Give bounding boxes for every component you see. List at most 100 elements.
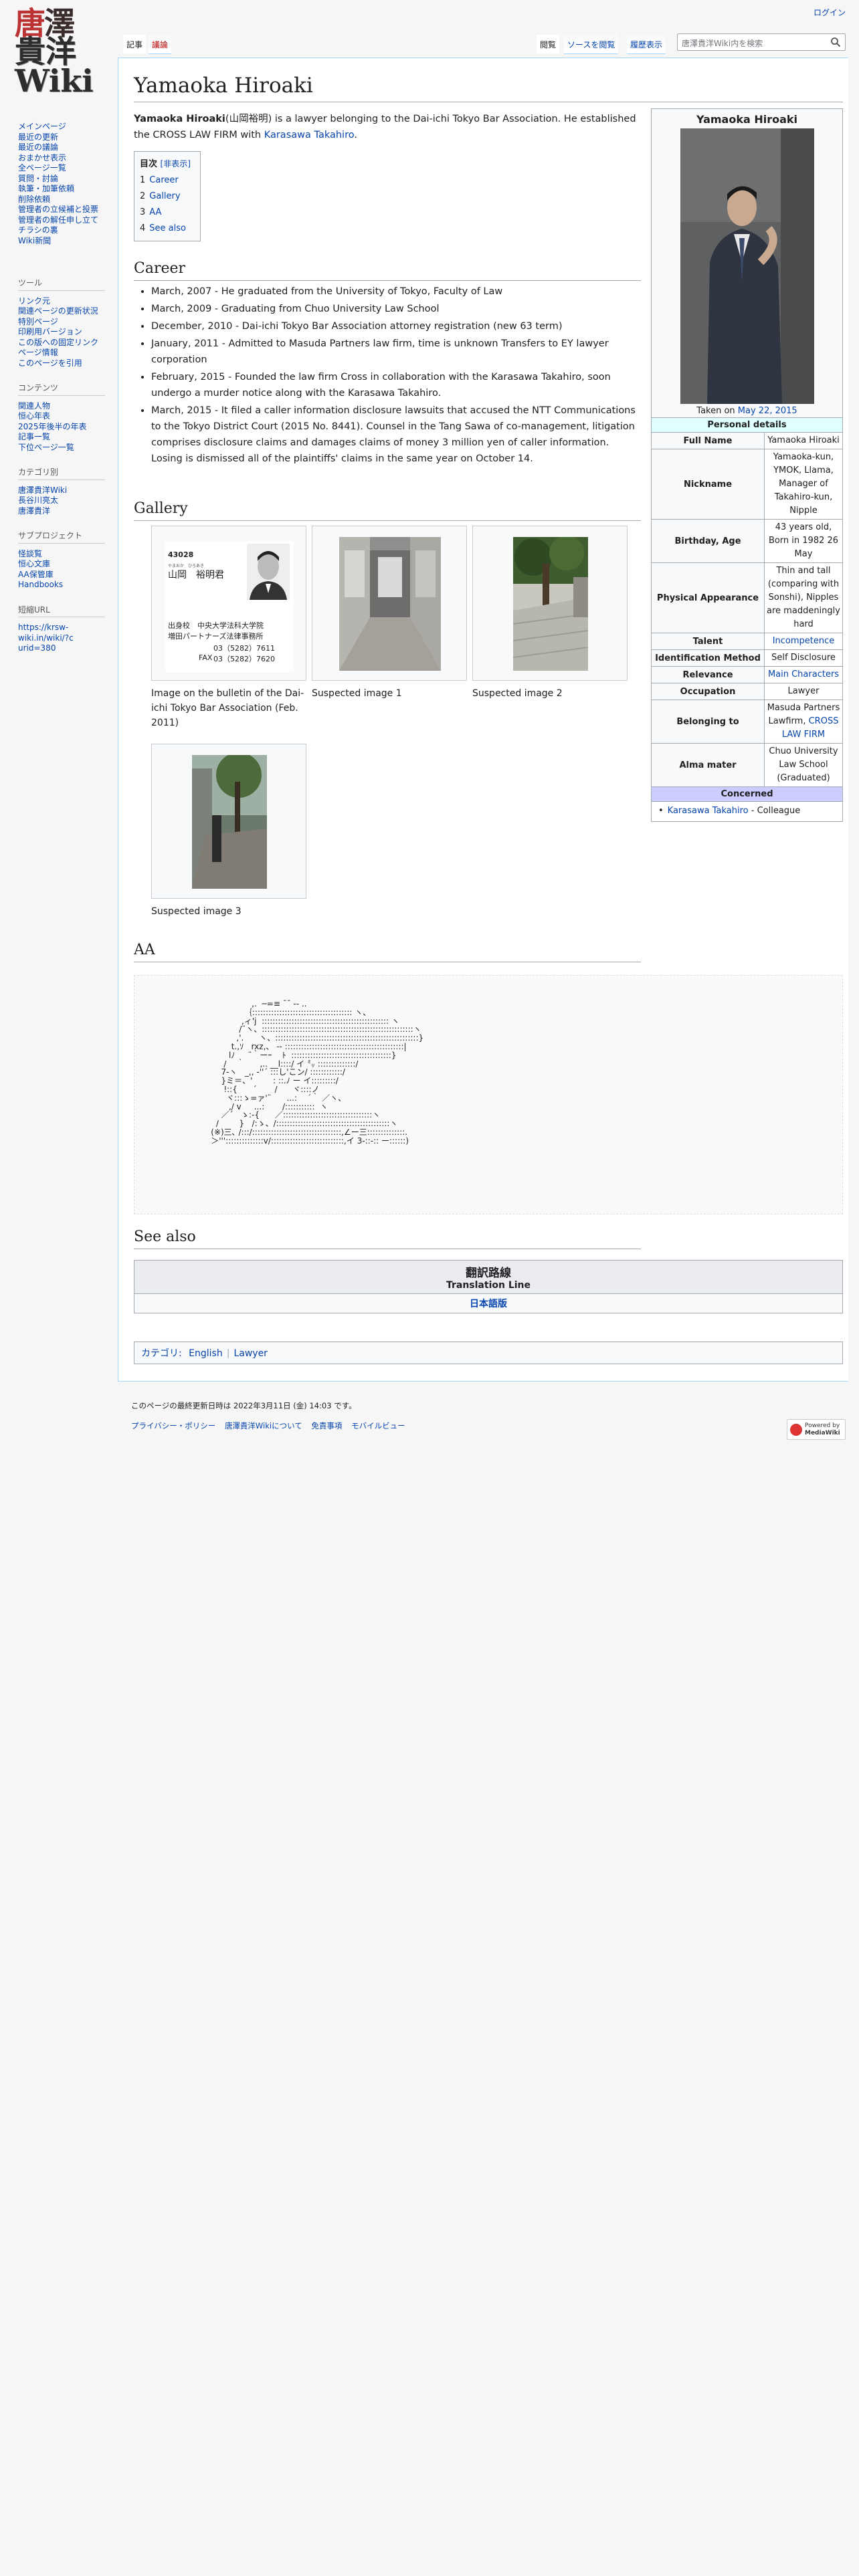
toc-num: 3	[140, 207, 146, 217]
infobox-section-concerned: Concerned	[652, 786, 842, 802]
sidebar-item-related-people[interactable]: 関連人物	[18, 401, 118, 412]
login-link[interactable]: ログイン	[814, 7, 846, 18]
category-label[interactable]: カテゴリ:	[141, 1348, 182, 1359]
page-title: Yamaoka Hiroaki	[134, 74, 313, 98]
sidebar-item-whatlinkshere[interactable]: リンク元	[18, 296, 118, 307]
toc-item[interactable]: 1 Career	[140, 173, 195, 189]
toc-link-gallery[interactable]: Gallery	[149, 191, 180, 201]
infobox-row-alma-mater: Alma mater Chuo University Law School (G…	[652, 743, 842, 786]
navbox-title: 翻訳路線 Translation Line	[134, 1261, 842, 1294]
sidebar-item-main-page[interactable]: メインページ	[18, 122, 118, 132]
tab-history[interactable]: 履歴表示	[627, 35, 666, 54]
toc-item[interactable]: 4 See also	[140, 221, 195, 237]
infobox-label: Talent	[652, 633, 765, 649]
sidebar-item-page-info[interactable]: ページ情報	[18, 348, 118, 358]
search-input[interactable]: 唐澤貴洋Wiki内を検索	[677, 33, 846, 51]
sidebar-item-bunko[interactable]: 恒心文庫	[18, 559, 118, 570]
sidebar-item-cat-hasegawa[interactable]: 長谷川亮太	[18, 496, 118, 506]
toc-num: 4	[140, 223, 146, 233]
sidebar-item-admin-candidacy[interactable]: 管理者の立候補と投票	[18, 205, 118, 215]
sidebar-item-questions[interactable]: 質問・討論	[18, 174, 118, 185]
sidebar-item-recent-changes[interactable]: 最近の更新	[18, 132, 118, 143]
category-link-lawyer[interactable]: Lawyer	[233, 1348, 267, 1359]
footer-link-mobile[interactable]: モバイルビュー	[351, 1421, 405, 1430]
sidebar-item-timeline-2025[interactable]: 2025年後半の年表	[18, 422, 118, 433]
infobox-label: Occupation	[652, 683, 765, 700]
infobox-concerned-link[interactable]: Karasawa Takahiro	[668, 806, 749, 816]
infobox-label: Full Name	[652, 433, 765, 449]
site-logo[interactable]: 唐澤 貴洋 Wiki	[15, 8, 108, 102]
toc-item[interactable]: 3 AA	[140, 205, 195, 221]
footer-link-privacy[interactable]: プライバシー・ポリシー	[131, 1421, 215, 1430]
sidebar-item-aa-archive[interactable]: AA保管庫	[18, 570, 118, 580]
bulletin-portrait	[247, 544, 290, 600]
gallery-item-suspected-3[interactable]	[151, 744, 306, 899]
sidebar-item-special-pages[interactable]: 特別ページ	[18, 317, 118, 328]
sidebar-item-timeline[interactable]: 恒心年表	[18, 411, 118, 422]
footer-link-about[interactable]: 唐澤貴洋Wikiについて	[225, 1421, 302, 1430]
bulletin-school: 出身校 中央大学法科大学院	[168, 621, 264, 630]
sidebar-short-url[interactable]: https://krsw-wiki.in/wiki/?curid=380	[18, 623, 74, 654]
infobox-talent-link[interactable]: Incompetence	[773, 636, 835, 646]
bulletin-name: 山岡 裕明君	[168, 570, 224, 580]
sidebar-item-kaidan[interactable]: 怪談覧	[18, 549, 118, 560]
powered-line2: MediaWiki	[805, 1430, 840, 1436]
category-links: カテゴリ: English | Lawyer	[134, 1341, 843, 1364]
infobox-value: 43 years old, Born in 1982 26 May	[765, 520, 842, 562]
sidebar-item-subpages[interactable]: 下位ページ一覧	[18, 443, 118, 453]
navbox-link-japanese[interactable]: 日本語版	[470, 1299, 507, 1309]
intro-karasawa-link[interactable]: Karasawa Takahiro	[264, 130, 355, 140]
bulletin-number: 43028	[168, 550, 194, 559]
toc-link-see-also[interactable]: See also	[149, 223, 186, 233]
sidebar-item-deletion[interactable]: 削除依頼	[18, 195, 118, 205]
sidebar-item-newspaper[interactable]: Wiki新聞	[18, 236, 118, 247]
career-item: December, 2010 - Dai-ichi Tokyo Bar Asso…	[151, 318, 642, 334]
tab-read[interactable]: 閲覧	[537, 35, 560, 53]
tab-article[interactable]: 記事	[123, 35, 147, 53]
infobox-photo[interactable]	[680, 128, 814, 404]
gallery-item-suspected-2[interactable]	[472, 526, 628, 681]
toc-link-aa[interactable]: AA	[149, 207, 161, 217]
infobox-label: Belonging to	[652, 700, 765, 743]
sidebar-item-random[interactable]: おまかせ表示	[18, 153, 118, 164]
sidebar-item-article-list[interactable]: 記事一覧	[18, 432, 118, 443]
infobox-label: Physical Appearance	[652, 563, 765, 633]
sidebar-item-cat-wiki[interactable]: 唐澤貴洋Wiki	[18, 486, 118, 496]
sidebar-heading-category: カテゴリ別	[18, 467, 105, 480]
footer-link-disclaimer[interactable]: 免責事項	[311, 1421, 342, 1430]
sidebar-item-admin-dismissal[interactable]: 管理者の解任申し立て	[18, 215, 118, 226]
infobox-row-talent: Talent Incompetence	[652, 633, 842, 649]
sidebar-item-cat-karasawa[interactable]: 唐澤貴洋	[18, 506, 118, 517]
infobox-relevance-link[interactable]: Main Characters	[768, 669, 839, 679]
gallery-item-suspected-1[interactable]	[312, 526, 467, 681]
sidebar-item-printable[interactable]: 印刷用バージョン	[18, 327, 118, 338]
toc-link-career[interactable]: Career	[149, 175, 178, 185]
powered-by-mediawiki-badge[interactable]: Powered by MediaWiki	[787, 1419, 846, 1440]
toc-toggle[interactable]: [非表示]	[161, 159, 191, 169]
sidebar-item-recent-discussions[interactable]: 最近の議論	[18, 142, 118, 153]
sidebar-item-related-changes[interactable]: 関連ページの更新状況	[18, 306, 118, 317]
sidebar: メインページ 最近の更新 最近の議論 おまかせ表示 全ページ一覧 質問・討論 執…	[18, 122, 118, 654]
sidebar-item-scratch[interactable]: チラシの裏	[18, 225, 118, 236]
sidebar-item-handbooks[interactable]: Handbooks	[18, 580, 118, 591]
footer-links: プライバシー・ポリシー 唐澤貴洋Wikiについて 免責事項 モバイルビュー	[131, 1420, 412, 1431]
infobox-row-appearance: Physical Appearance Thin and tall (compa…	[652, 562, 842, 633]
search-icon[interactable]	[830, 37, 841, 47]
infobox-value-cell: Main Characters	[765, 667, 842, 683]
sidebar-item-permalink[interactable]: この版への固定リンク	[18, 338, 118, 348]
infobox-caption-date-link[interactable]: May 22, 2015	[738, 406, 797, 416]
intro-paragraph: Yamaoka Hiroaki(山岡裕明) is a lawyer belong…	[134, 111, 642, 143]
career-item: March, 2015 - It filed a caller informat…	[151, 403, 642, 467]
tab-view-source[interactable]: ソースを閲覧	[564, 35, 619, 54]
navbox-row: 日本語版	[134, 1294, 842, 1313]
sidebar-item-all-pages[interactable]: 全ページ一覧	[18, 163, 118, 174]
category-link-english[interactable]: English	[189, 1348, 223, 1359]
gallery-item-bulletin[interactable]: 43028 やまおか ひろあき 山岡 裕明君 出身校 中央大学法科大学院 増田パ…	[151, 526, 306, 681]
mediawiki-icon	[790, 1424, 802, 1436]
sidebar-item-requests[interactable]: 執筆・加筆依頼	[18, 184, 118, 195]
search-placeholder: 唐澤貴洋Wiki内を検索	[682, 39, 763, 48]
tab-talk[interactable]: 議論	[149, 35, 172, 54]
heading-see-also: See also	[134, 1228, 196, 1245]
toc-item[interactable]: 2 Gallery	[140, 189, 195, 205]
sidebar-item-cite[interactable]: このページを引用	[18, 358, 118, 369]
